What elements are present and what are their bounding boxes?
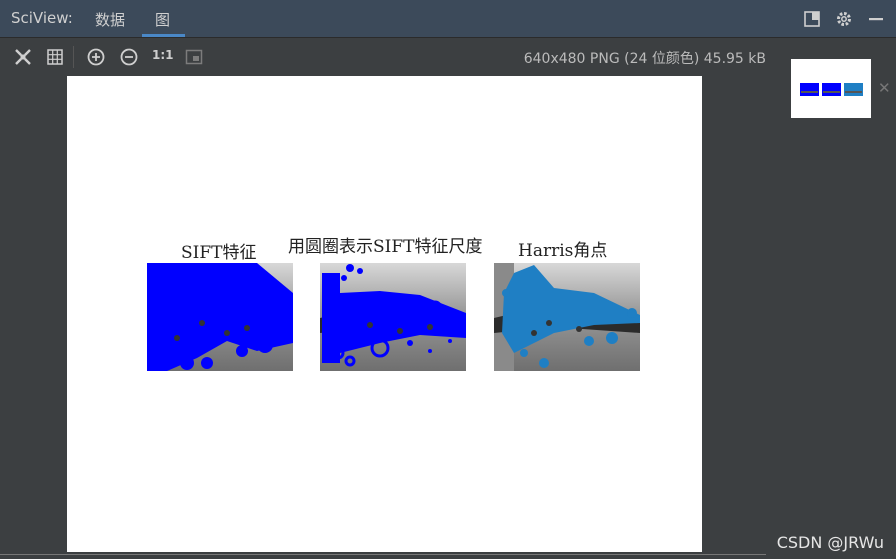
- grid-icon[interactable]: [45, 47, 65, 67]
- panel-title-sift-scale: 用圆圈表示SIFT特征尺度: [288, 237, 483, 257]
- image-info: 640x480 PNG (24 位颜色) 45.95 kB: [523, 51, 766, 67]
- tab-graph[interactable]: 图: [155, 9, 170, 30]
- harris-corners-image: [494, 263, 640, 371]
- thumbnail-preview: [800, 83, 863, 96]
- actual-size-button[interactable]: 1:1: [152, 48, 174, 62]
- crop-icon[interactable]: [184, 47, 204, 67]
- active-tab-indicator: [142, 34, 185, 37]
- fit-screen-icon[interactable]: [13, 47, 33, 67]
- figure-thumbnail[interactable]: [791, 59, 871, 118]
- zoom-in-icon[interactable]: [86, 47, 106, 67]
- sift-features-image: [147, 263, 293, 371]
- app-label: SciView:: [11, 9, 73, 27]
- toolbar-divider: [73, 46, 74, 68]
- watermark: CSDN @JRWu: [776, 533, 884, 552]
- gear-icon[interactable]: [835, 10, 853, 28]
- layout-toggle-icon[interactable]: [803, 10, 821, 28]
- sift-scale-circles-image: [320, 263, 466, 371]
- panel-title-sift: SIFT特征: [181, 243, 257, 263]
- sciview-header: SciView: 数据 图: [0, 0, 896, 38]
- zoom-out-icon[interactable]: [119, 47, 139, 67]
- minimize-icon[interactable]: [867, 10, 885, 28]
- tab-data[interactable]: 数据: [95, 9, 125, 30]
- close-thumbnail-icon[interactable]: ✕: [878, 79, 891, 97]
- bottom-divider: [0, 554, 766, 555]
- figure-canvas: SIFT特征 用圆圈表示SIFT特征尺度 Harris角点: [67, 76, 702, 552]
- panel-title-harris: Harris角点: [518, 241, 608, 261]
